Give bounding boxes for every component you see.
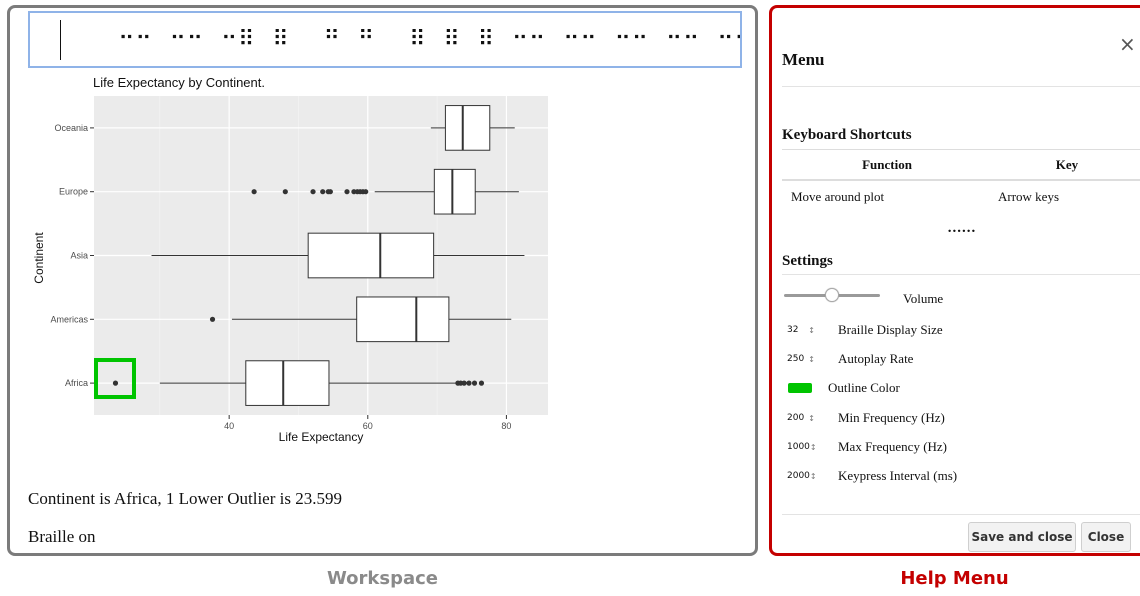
menu-title: Menu	[782, 50, 825, 69]
spinner-icon[interactable]: ↕	[808, 326, 815, 335]
spinner-icon[interactable]: ↕	[810, 443, 817, 452]
chart-title: Life Expectancy by Continent.	[93, 75, 265, 90]
outline-color-setting: Outline Color	[784, 380, 900, 396]
max-frequency-input[interactable]: 1000 ↕	[784, 438, 818, 456]
braille-size-setting: 32 ↕ Braille Display Size	[784, 321, 943, 339]
volume-slider-thumb[interactable]	[825, 288, 839, 302]
max-frequency-value: 1000	[787, 442, 810, 452]
outlier-point	[327, 189, 333, 195]
outlier-point	[461, 380, 467, 386]
y-axis-label: Continent	[32, 232, 46, 284]
max-frequency-label: Max Frequency (Hz)	[838, 439, 948, 454]
volume-setting: Volume	[784, 288, 943, 306]
keypress-interval-value: 2000	[787, 471, 810, 481]
braille-caret	[60, 19, 61, 60]
iqr-box	[444, 105, 491, 151]
y-tick-label: Africa	[65, 378, 88, 388]
outlier-point	[112, 380, 119, 386]
braille-text: ⠀⠀⠀⠒⠒⠀⠒⠒⠀⠒⠿⠀⠿⠀⠀⠛⠀⠛⠀⠀⠿⠀⠿⠀⠿⠀⠒⠒⠀⠒⠒⠀⠒⠒⠀⠒⠒⠀⠒⠒…	[66, 28, 740, 51]
x-tick-label: 40	[224, 421, 234, 431]
shortcuts-table: Function Key Move around plot Arrow keys	[782, 149, 1140, 213]
keyboard-shortcuts-heading: Keyboard Shortcuts	[782, 127, 912, 143]
y-tick-label: Asia	[70, 251, 88, 261]
workspace-panel: ⠀⠀⠀⠒⠒⠀⠒⠒⠀⠒⠿⠀⠿⠀⠀⠛⠀⠛⠀⠀⠿⠀⠿⠀⠿⠀⠒⠒⠀⠒⠒⠀⠒⠒⠀⠒⠒⠀⠒⠒…	[7, 5, 758, 556]
y-tick-label: Americas	[50, 314, 88, 324]
x-tick-label: 60	[363, 421, 373, 431]
x-tick-label: 80	[501, 421, 511, 431]
status-text: Continent is Africa, 1 Lower Outlier is …	[28, 489, 342, 508]
outline-color-label: Outline Color	[828, 380, 900, 395]
divider	[782, 86, 1140, 87]
braille-size-input[interactable]: 32 ↕	[784, 321, 818, 339]
volume-label: Volume	[903, 291, 944, 306]
save-and-close-button[interactable]: Save and close	[968, 522, 1076, 552]
iqr-box	[245, 360, 330, 406]
spinner-icon[interactable]: ↕	[808, 414, 815, 423]
outlier-point	[363, 189, 369, 195]
min-frequency-value: 200	[787, 413, 805, 423]
max-frequency-setting: 1000 ↕ Max Frequency (Hz)	[784, 438, 947, 456]
shortcut-key: Arrow keys	[998, 189, 1060, 204]
outlier-point	[320, 189, 326, 195]
column-header-function: Function	[862, 156, 912, 172]
shortcut-function: Move around plot	[791, 189, 885, 204]
shortcuts-table-header: Function Key	[782, 149, 1140, 181]
outlier-point	[251, 189, 257, 195]
divider	[782, 514, 1140, 515]
braille-size-value: 32	[787, 325, 799, 335]
divider	[782, 274, 1140, 275]
min-frequency-input[interactable]: 200 ↕	[784, 409, 818, 427]
spinner-icon[interactable]: ↕	[810, 472, 817, 481]
outlier-point	[282, 189, 288, 195]
autoplay-rate-input[interactable]: 250 ↕	[784, 350, 818, 368]
outlier-point	[310, 189, 316, 195]
outline-color-picker[interactable]	[788, 383, 812, 393]
keypress-interval-label: Keypress Interval (ms)	[838, 468, 958, 483]
settings-heading: Settings	[782, 253, 833, 269]
x-ticks: 40 60 80	[224, 415, 511, 431]
autoplay-rate-value: 250	[787, 354, 805, 364]
outlier-point	[471, 380, 478, 386]
braille-status-text: Braille on	[28, 527, 96, 546]
y-tick-label: Oceania	[54, 123, 88, 133]
min-frequency-setting: 200 ↕ Min Frequency (Hz)	[784, 409, 945, 427]
outlier-point	[466, 380, 472, 386]
autoplay-rate-setting: 250 ↕ Autoplay Rate	[784, 350, 913, 368]
help-menu-panel: Menu × Keyboard Shortcuts Function Key M…	[769, 5, 1140, 556]
autoplay-rate-label: Autoplay Rate	[838, 351, 914, 366]
outlier-point	[344, 189, 350, 195]
boxplot-chart[interactable]: Life Expectancy by Continent. Oceania Eur…	[10, 66, 755, 458]
close-button[interactable]: Close	[1081, 522, 1131, 552]
iqr-box	[433, 168, 476, 215]
braille-display[interactable]: ⠀⠀⠀⠒⠒⠀⠒⠒⠀⠒⠿⠀⠿⠀⠀⠛⠀⠛⠀⠀⠿⠀⠿⠀⠿⠀⠒⠒⠀⠒⠒⠀⠒⠒⠀⠒⠒⠀⠒⠒…	[28, 11, 742, 68]
table-row: Move around plot Arrow keys	[782, 181, 1140, 213]
iqr-box	[307, 232, 435, 279]
outlier-point	[478, 380, 485, 386]
keypress-interval-input[interactable]: 2000 ↕	[784, 467, 818, 485]
x-axis-label: Life Expectancy	[279, 430, 364, 444]
workspace-caption: Workspace	[326, 568, 439, 589]
column-header-key: Key	[1055, 156, 1079, 172]
braille-size-label: Braille Display Size	[838, 322, 943, 337]
keypress-interval-setting: 2000 ↕ Keypress Interval (ms)	[784, 467, 957, 485]
y-ticks: Oceania Europe Asia Americas Africa	[50, 123, 94, 388]
volume-slider[interactable]	[784, 288, 880, 302]
iqr-box	[356, 296, 450, 343]
close-icon[interactable]: ×	[1119, 32, 1136, 56]
more-shortcuts-ellipsis: ......	[947, 220, 977, 236]
spinner-icon[interactable]: ↕	[808, 355, 815, 364]
y-tick-label: Europe	[59, 187, 88, 197]
help-menu-caption: Help Menu	[900, 568, 1009, 589]
outlier-point	[209, 316, 216, 322]
min-frequency-label: Min Frequency (Hz)	[838, 410, 945, 425]
